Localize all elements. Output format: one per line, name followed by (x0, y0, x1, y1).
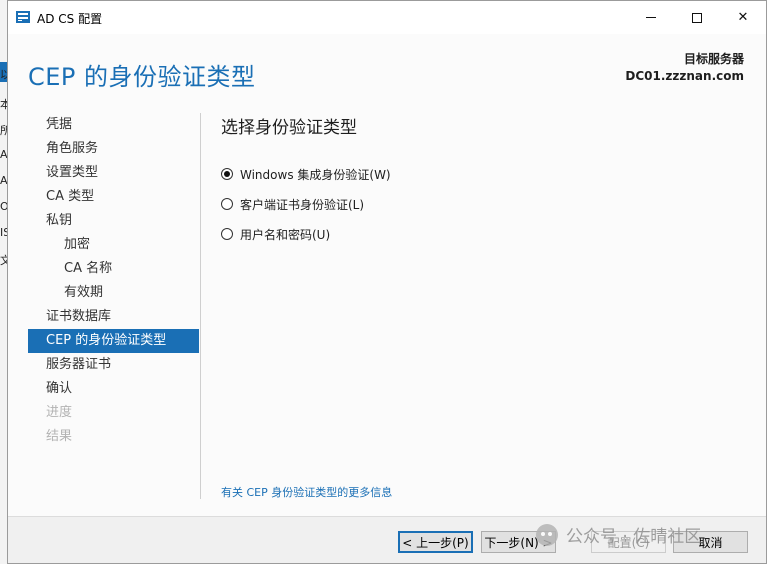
window-title: AD CS 配置 (37, 12, 103, 26)
nav-item-progress: 进度 (46, 405, 73, 420)
close-icon: ✕ (737, 10, 749, 25)
minimize-button[interactable] (628, 1, 674, 34)
more-info-link[interactable]: 有关 CEP 身份验证类型的更多信息 (221, 484, 392, 500)
option-label: Windows 集成身份验证(W) (240, 167, 391, 182)
nav-item-cryptography[interactable]: 加密 (28, 233, 199, 257)
option-client-certificate[interactable]: 客户端证书身份验证(L) (221, 189, 391, 219)
auth-type-options: Windows 集成身份验证(W) 客户端证书身份验证(L) 用户名和密码(U) (221, 159, 391, 249)
option-label: 客户端证书身份验证(L) (240, 197, 365, 212)
minimize-icon (646, 17, 656, 18)
nav-item-results: 结果 (46, 429, 73, 444)
nav-item-certificate-database[interactable]: 证书数据库 (28, 305, 199, 329)
maximize-button[interactable] (674, 1, 720, 34)
option-username-password[interactable]: 用户名和密码(U) (221, 219, 391, 249)
option-windows-integrated[interactable]: Windows 集成身份验证(W) (221, 159, 391, 189)
radio-unchecked-icon[interactable] (221, 198, 233, 210)
nav-divider (200, 113, 201, 499)
nav-item-credentials[interactable]: 凭据 (28, 113, 199, 137)
wizard-nav: 凭据 角色服务 设置类型 CA 类型 私钥 加密 CA 名称 有效期 证书数据库… (28, 113, 199, 449)
title-bar[interactable]: AD CS 配置 ✕ (8, 1, 766, 34)
nav-item-ca-type[interactable]: CA 类型 (28, 185, 199, 209)
nav-item-setup-type[interactable]: 设置类型 (28, 161, 199, 185)
watermark: 公众号 · 佐晴社区 (536, 522, 701, 547)
close-button[interactable]: ✕ (720, 1, 766, 34)
radio-unchecked-icon[interactable] (221, 228, 233, 240)
page-title: CEP 的身份验证类型 (28, 63, 256, 91)
nav-item-server-certificate[interactable]: 服务器证书 (28, 353, 199, 377)
target-server-label: 目标服务器 (683, 52, 744, 66)
ad-cs-config-window: AD CS 配置 ✕ CEP 的身份验证类型 目标服务器 DC01.zzznan… (7, 0, 767, 564)
nav-item-role-services[interactable]: 角色服务 (28, 137, 199, 161)
watermark-text: 公众号 · 佐晴社区 (566, 527, 702, 547)
nav-item-ca-name[interactable]: CA 名称 (28, 257, 199, 281)
section-title: 选择身份验证类型 (221, 118, 357, 138)
nav-item-private-key[interactable]: 私钥 (28, 209, 199, 233)
previous-button[interactable]: < 上一步(P) (398, 531, 473, 553)
wechat-icon (536, 523, 558, 546)
server-app-icon (16, 11, 30, 23)
maximize-icon (692, 12, 702, 23)
option-label: 用户名和密码(U) (240, 227, 331, 242)
nav-item-cep-auth-type[interactable]: CEP 的身份验证类型 (28, 329, 199, 353)
nav-item-validity-period[interactable]: 有效期 (28, 281, 199, 305)
radio-checked-icon[interactable] (221, 168, 233, 180)
target-server-value: DC01.zzznan.com (625, 69, 744, 83)
nav-item-confirmation[interactable]: 确认 (28, 377, 199, 401)
